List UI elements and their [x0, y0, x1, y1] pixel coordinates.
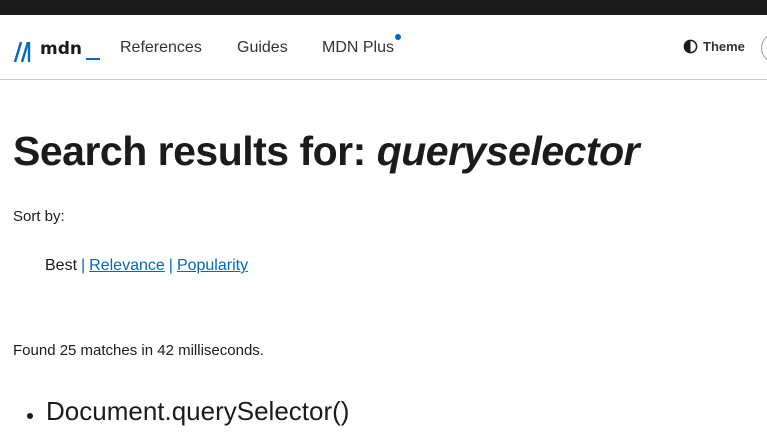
results-list: Document.querySelector() [0, 396, 349, 427]
sort-option-relevance[interactable]: Relevance [89, 257, 165, 274]
mdn-m-logo-icon [13, 41, 31, 63]
search-query: queryselector [376, 128, 640, 174]
nav-references[interactable]: References [120, 39, 202, 57]
nav-mdn-plus[interactable]: MDN Plus [322, 34, 402, 57]
sort-options: Best | Relevance | Popularity [45, 257, 248, 275]
logo-underscore [86, 58, 100, 60]
sort-separator: | [168, 257, 173, 274]
theme-button-label: Theme [703, 39, 745, 54]
list-item: Document.querySelector() [0, 396, 349, 427]
notification-dot [395, 34, 402, 40]
page-title: Search results for: queryselector [13, 128, 640, 175]
results-summary: Found 25 matches in 42 milliseconds. [13, 342, 264, 359]
theme-contrast-icon [683, 39, 698, 54]
nav-mdn-plus-label: MDN Plus [322, 39, 395, 56]
browser-top-strip [0, 0, 767, 15]
sort-label: Sort by: [13, 208, 65, 225]
theme-button[interactable]: Theme [683, 39, 745, 54]
top-navigation: mdn References Guides MDN Plus Theme [0, 15, 767, 80]
page-title-prefix: Search results for: [13, 128, 377, 174]
logo-text: mdn [40, 39, 82, 59]
nav-guides[interactable]: Guides [237, 39, 288, 57]
sort-option-popularity[interactable]: Popularity [177, 257, 248, 274]
sort-option-best: Best [45, 257, 78, 274]
bullet-icon [27, 413, 33, 419]
sort-separator: | [81, 257, 86, 274]
search-button[interactable] [761, 33, 767, 63]
result-title-link[interactable]: Document.querySelector() [46, 396, 349, 426]
mdn-logo[interactable]: mdn [13, 35, 100, 63]
